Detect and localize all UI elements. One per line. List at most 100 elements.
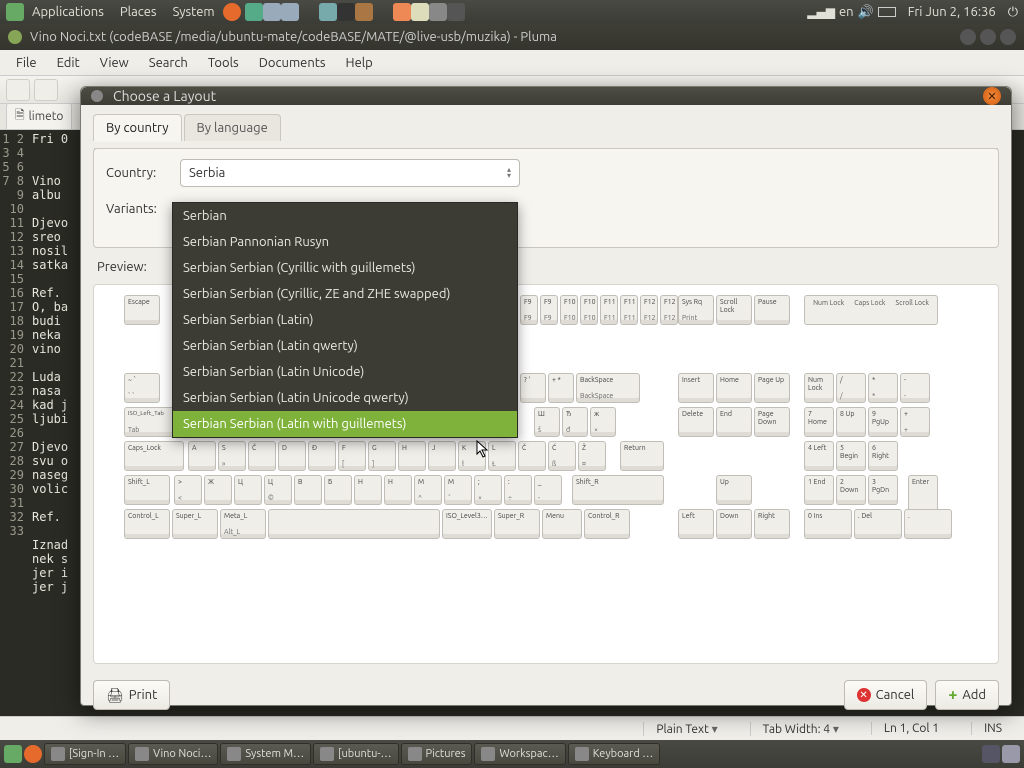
tabs-strip: By country By language (93, 114, 999, 141)
variant-option[interactable]: Serbian Serbian (Latin Unicode qwerty) (173, 385, 517, 411)
toolbar-new[interactable] (6, 79, 30, 101)
task-item[interactable]: [ubuntu-… (313, 743, 398, 765)
key: Menu (542, 509, 582, 539)
status-pos: Ln 1, Col 1 (871, 722, 951, 735)
key: -- (900, 373, 930, 403)
maximize-button[interactable] (980, 29, 996, 45)
key: Control_L (124, 509, 170, 539)
clock[interactable]: Fri Jun 2, 16:36 (900, 5, 1004, 19)
menu-view[interactable]: View (90, 56, 139, 70)
workspace-switcher[interactable] (982, 745, 1000, 763)
print-button[interactable]: Print (93, 680, 170, 710)
menu-applications[interactable]: Applications (24, 5, 112, 19)
battery-icon[interactable] (878, 7, 896, 17)
close-button[interactable] (1000, 29, 1016, 45)
mate-icon[interactable] (6, 3, 24, 21)
dialog-footer: Print ✕Cancel +Add (81, 672, 1011, 722)
menu-documents[interactable]: Documents (249, 56, 336, 70)
vlc-icon[interactable] (393, 3, 411, 21)
mouse-cursor (476, 440, 492, 460)
firefox-icon[interactable] (223, 3, 241, 21)
key: ISO_Level3… (442, 509, 492, 539)
files-icon[interactable] (319, 3, 337, 21)
key: Б (324, 475, 352, 505)
power-icon[interactable]: ⏻ (1008, 5, 1018, 20)
menu-help[interactable]: Help (336, 56, 383, 70)
variant-option[interactable]: Serbian Serbian (Latin with guillemets) (173, 411, 517, 437)
terminal-icon[interactable] (355, 3, 373, 21)
variant-option[interactable]: Serbian Serbian (Cyrillic, ZE and ZHE sw… (173, 281, 517, 307)
key-fn: F9F9 (540, 295, 558, 325)
pluma-menubar: File Edit View Search Tools Documents He… (0, 50, 1024, 76)
bottom-panel: [Sign-In … Vino Noci… System M… [ubuntu-… (0, 740, 1024, 768)
variant-option[interactable]: Serbian Pannonian Rusyn (173, 229, 517, 255)
task-item[interactable]: Keyboard … (568, 743, 661, 765)
key: A (188, 441, 216, 471)
keyboard-lang[interactable]: en (839, 5, 854, 19)
key: Ćß (548, 441, 576, 471)
key-shift-r: Shift_R (572, 475, 664, 505)
key: ** (868, 373, 898, 403)
tab-doc-icon: 🗎 (15, 106, 25, 127)
app-icon[interactable] (245, 3, 263, 21)
key-backspace: BackSpaceBackSpace (576, 373, 640, 403)
variants-dropdown[interactable]: SerbianSerbian Pannonian RusynSerbian Se… (172, 202, 518, 438)
key-tilde: ~ `` ` (124, 373, 160, 403)
taskbar-firefox-icon[interactable] (24, 745, 42, 763)
task-item[interactable]: Vino Noci… (128, 743, 218, 765)
variant-option[interactable]: Serbian (173, 203, 517, 229)
camera-icon[interactable] (447, 3, 465, 21)
tab-by-language[interactable]: By language (184, 114, 281, 141)
key-fn: F9F9 (520, 295, 538, 325)
dialog-close-button[interactable]: ✕ (983, 87, 1001, 105)
status-tabwidth[interactable]: Tab Width: 4 (750, 722, 851, 736)
variant-option[interactable]: Serbian Serbian (Latin Unicode) (173, 359, 517, 385)
country-combo[interactable]: Serbia ▴▾ (180, 159, 520, 187)
dialog-titlebar[interactable]: Choose a Layout ✕ (81, 87, 1011, 105)
menu-search[interactable]: Search (139, 56, 198, 70)
document-tab[interactable]: 🗎 limeto (6, 103, 72, 130)
cancel-button[interactable]: ✕Cancel (844, 680, 928, 710)
key-return: Return (620, 441, 664, 471)
variant-option[interactable]: Serbian Serbian (Cyrillic with guillemet… (173, 255, 517, 281)
key: . (904, 509, 952, 539)
settings-icon[interactable] (429, 3, 447, 21)
key-fn: F10F10 (560, 295, 578, 325)
key-sysrq: Sys RqPrint (678, 295, 714, 325)
notes-icon[interactable] (411, 3, 429, 21)
status-mode[interactable]: Plain Text (643, 722, 729, 736)
sound-icon[interactable]: 🔊 (858, 5, 874, 20)
menu-system[interactable]: System (165, 5, 223, 19)
menu-tools[interactable]: Tools (198, 56, 249, 70)
menu-file[interactable]: File (6, 56, 47, 70)
task-item[interactable]: System M… (220, 743, 311, 765)
key: Č (248, 441, 276, 471)
toolbar-open[interactable] (34, 79, 58, 101)
task-item[interactable]: Pictures (401, 743, 473, 765)
network-icon[interactable]: ▂▄▆ (807, 5, 835, 19)
search-icon[interactable] (263, 3, 281, 21)
task-item[interactable]: [Sign-In … (44, 743, 126, 765)
variant-option[interactable]: Serbian Serbian (Latin) (173, 307, 517, 333)
key-escape: Escape (124, 295, 160, 325)
menu-edit[interactable]: Edit (47, 56, 90, 70)
key: 2 Down (836, 475, 866, 505)
add-button[interactable]: +Add (935, 680, 999, 710)
key: 9 PgUp (868, 407, 898, 437)
menu-places[interactable]: Places (112, 5, 165, 19)
key-capslock: Caps_Lock (124, 441, 184, 471)
magnifier-icon[interactable] (281, 3, 299, 21)
key-end: End (716, 407, 752, 437)
show-desktop-icon[interactable] (4, 745, 22, 763)
key-fn: F12F12 (660, 295, 678, 325)
key: 6 Right (868, 441, 898, 471)
task-item[interactable]: Workspac… (474, 743, 565, 765)
pluma-title-text: Vino Noci.txt (codeBASE /media/ubuntu-ma… (30, 30, 557, 44)
variant-option[interactable]: Serbian Serbian (Latin qwerty) (173, 333, 517, 359)
trash-icon[interactable] (1002, 745, 1020, 763)
minimize-button[interactable] (960, 29, 976, 45)
monitor-icon[interactable] (337, 3, 355, 21)
key-fn: F12F12 (640, 295, 658, 325)
tab-by-country[interactable]: By country (93, 114, 182, 141)
key: _- (534, 475, 562, 505)
